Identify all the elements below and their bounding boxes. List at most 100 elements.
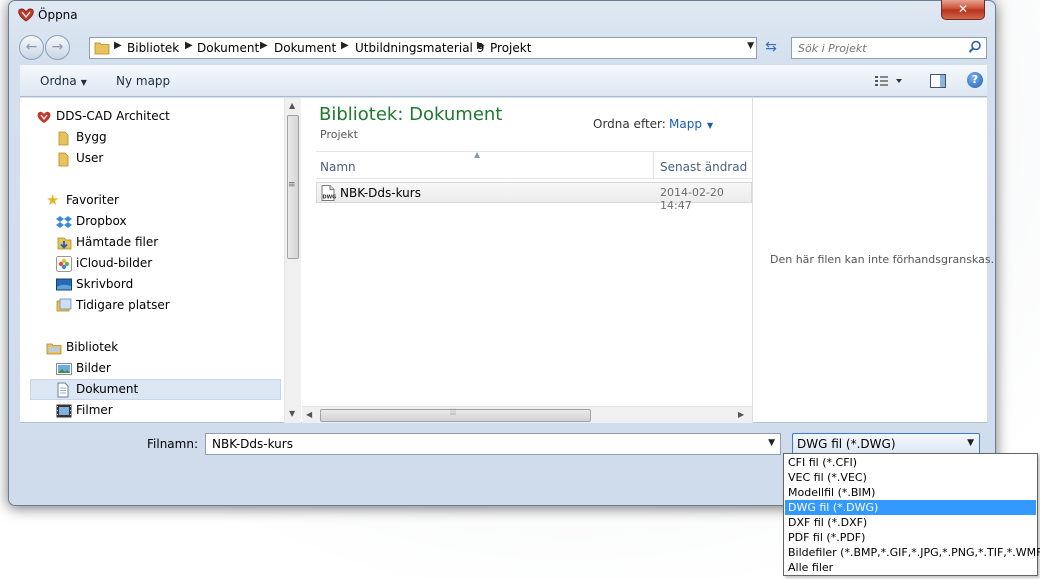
refresh-icon: ⇆	[765, 39, 777, 55]
scroll-up-icon[interactable]: ▲	[289, 101, 295, 110]
sidebar-item-label: Hämtade filer	[76, 235, 159, 249]
sidebar-item-skrivbord[interactable]: Skrivbord	[54, 274, 274, 295]
sidebar-item-favoriter[interactable]: ★ Favoriter	[44, 190, 274, 211]
help-icon: ?	[971, 73, 979, 86]
breadcrumb-bibliotek[interactable]: Bibliotek	[127, 41, 179, 55]
library-icon	[46, 343, 62, 355]
column-divider[interactable]	[653, 152, 654, 179]
filetype-option-cfi[interactable]: CFI fil (*.CFI)	[785, 455, 1036, 470]
forward-button[interactable]: →	[45, 35, 70, 60]
column-header-date-modified[interactable]: Senast ändrad	[660, 160, 747, 174]
sidebar-item-label: Skrivbord	[76, 277, 134, 291]
chevron-down-icon[interactable]: ▼	[768, 438, 775, 448]
command-toolbar: Ordna ▼ Ny mapp ?	[20, 65, 987, 97]
sidebar-item-label: Filmer	[76, 403, 113, 417]
breadcrumb-utbildningsmaterial[interactable]: Utbildningsmaterial 9	[355, 41, 484, 55]
chevron-down-icon: ▼	[80, 78, 87, 87]
library-subtitle: Projekt	[320, 128, 358, 141]
sidebar-item-tidigare-platser[interactable]: Tidigare platser	[54, 295, 274, 316]
sidebar-item-dropbox[interactable]: Dropbox	[54, 211, 274, 232]
filetype-option-dxf[interactable]: DXF fil (*.DXF)	[785, 515, 1036, 530]
sidebar-item-label: iCloud-bilder	[76, 256, 153, 270]
forward-arrow-icon: →	[51, 39, 64, 55]
navigation-scrollbar[interactable]: ▲ ≡ ▼	[284, 98, 301, 423]
sidebar-item-bygg[interactable]: Bygg	[54, 127, 274, 148]
filetype-select[interactable]: DWG fil (*.DWG) ▼	[792, 433, 980, 455]
sidebar-item-user[interactable]: User	[54, 148, 274, 169]
filename-label: Filnamn:	[147, 437, 198, 451]
filetype-option-images[interactable]: Bildefiler (*.BMP,*.GIF,*.JPG,*.PNG,*.TI…	[785, 545, 1040, 560]
sidebar-item-dds-cad-architect[interactable]: DDS-CAD Architect	[34, 106, 274, 127]
chevron-down-icon: ▼	[967, 438, 974, 448]
navigation-pane: DDS-CAD Architect Bygg User ★ Favoriter	[20, 98, 284, 423]
file-name: NBK-Dds-kurs	[340, 186, 421, 200]
videos-icon	[56, 404, 72, 418]
preview-message: Den här filen kan inte förhandsgranskas.	[770, 253, 995, 266]
search-box[interactable]	[791, 37, 987, 59]
dds-app-icon	[18, 8, 34, 22]
file-row[interactable]: DWG NBK-Dds-kurs 2014-02-20 14:47	[316, 182, 752, 212]
sidebar-item-label: Dropbox	[76, 214, 127, 228]
sidebar-item-bilder[interactable]: Bilder	[54, 358, 274, 379]
search-icon	[968, 40, 981, 53]
file-list-pane: Bibliotek: Dokument Projekt Ordna efter:…	[302, 98, 752, 423]
chevron-down-icon: ▼	[706, 121, 714, 130]
icloud-photos-icon	[56, 256, 72, 272]
scroll-left-icon[interactable]: ◀	[306, 410, 312, 419]
scroll-grip-icon: ⦙⦙⦙	[450, 408, 457, 418]
search-input[interactable]	[796, 40, 956, 56]
address-bar[interactable]: ▶ Bibliotek ▶ Dokument ▶ Dokument ▶ Utbi…	[89, 37, 757, 59]
column-header-name[interactable]: Namn	[320, 160, 356, 174]
breadcrumb-dokument[interactable]: Dokument	[197, 41, 259, 55]
filename-combobox[interactable]: ▼	[205, 433, 781, 455]
filetype-option-bim[interactable]: Modellfil (*.BIM)	[785, 485, 1036, 500]
filetype-option-dwg[interactable]: DWG fil (*.DWG)	[785, 500, 1036, 515]
file-list-horizontal-scrollbar[interactable]: ◀ ⦙⦙⦙ ▶	[302, 406, 752, 423]
filetype-selected-value: DWG fil (*.DWG)	[797, 437, 896, 451]
breadcrumb-separator-icon: ▶	[477, 40, 485, 51]
close-button[interactable]: ✕	[941, 0, 985, 20]
back-arrow-icon: ←	[25, 39, 38, 55]
scroll-grip-icon: ≡	[288, 180, 296, 190]
sidebar-item-icloud-bilder[interactable]: iCloud-bilder	[54, 253, 274, 274]
address-history-dropdown-icon[interactable]: ▼	[747, 41, 754, 51]
sort-ascending-icon: ▲	[474, 150, 481, 159]
breadcrumb-dokument-2[interactable]: Dokument	[274, 41, 336, 55]
view-options-icon[interactable]	[874, 74, 904, 88]
folder-icon	[58, 152, 69, 167]
scroll-down-icon[interactable]: ▼	[289, 409, 295, 418]
arrange-by-dropdown[interactable]: Mapp ▼	[669, 117, 713, 131]
filename-input[interactable]	[210, 436, 750, 452]
nav-buttons: ← →	[19, 35, 71, 60]
sidebar-item-filmer[interactable]: Filmer	[54, 400, 274, 421]
sidebar-item-label: Bibliotek	[66, 340, 119, 354]
sidebar-item-bibliotek[interactable]: Bibliotek	[44, 337, 274, 358]
scroll-right-icon[interactable]: ▶	[738, 410, 744, 419]
dwg-file-icon: DWG	[321, 185, 336, 201]
new-folder-button[interactable]: Ny mapp	[116, 74, 170, 88]
sidebar-item-label: DDS-CAD Architect	[56, 109, 170, 123]
folder-icon	[94, 42, 110, 55]
filetype-option-pdf[interactable]: PDF fil (*.PDF)	[785, 530, 1036, 545]
dropbox-icon	[56, 216, 72, 228]
help-button[interactable]: ?	[967, 72, 983, 88]
filetype-dropdown-list: CFI fil (*.CFI) VEC fil (*.VEC) Modellfi…	[783, 453, 1040, 576]
filetype-option-all[interactable]: Alle filer	[785, 560, 1036, 575]
recent-places-icon	[56, 298, 72, 312]
refresh-button[interactable]: ⇆	[759, 37, 783, 59]
desktop-icon	[56, 278, 72, 291]
filetype-option-vec[interactable]: VEC fil (*.VEC)	[785, 470, 1036, 485]
sidebar-item-label: Dokument	[76, 382, 139, 396]
folder-icon	[58, 131, 69, 146]
open-dialog: Öppna ✕ ← → ▶ Bibliotek ▶ Dokument ▶ Dok…	[8, 0, 996, 506]
preview-pane-icon[interactable]	[930, 74, 946, 88]
dds-app-icon	[37, 111, 51, 123]
sidebar-item-label: Favoriter	[66, 193, 119, 207]
organize-menu[interactable]: Ordna ▼	[40, 74, 87, 88]
back-button[interactable]: ←	[19, 35, 44, 60]
column-header-row: ▲ Namn Senast ändrad	[316, 150, 752, 179]
organize-label: Ordna	[40, 74, 77, 88]
sidebar-item-dokument[interactable]: Dokument	[30, 379, 281, 400]
breadcrumb-projekt[interactable]: Projekt	[490, 41, 531, 55]
sidebar-item-hamtade-filer[interactable]: Hämtade filer	[54, 232, 274, 253]
